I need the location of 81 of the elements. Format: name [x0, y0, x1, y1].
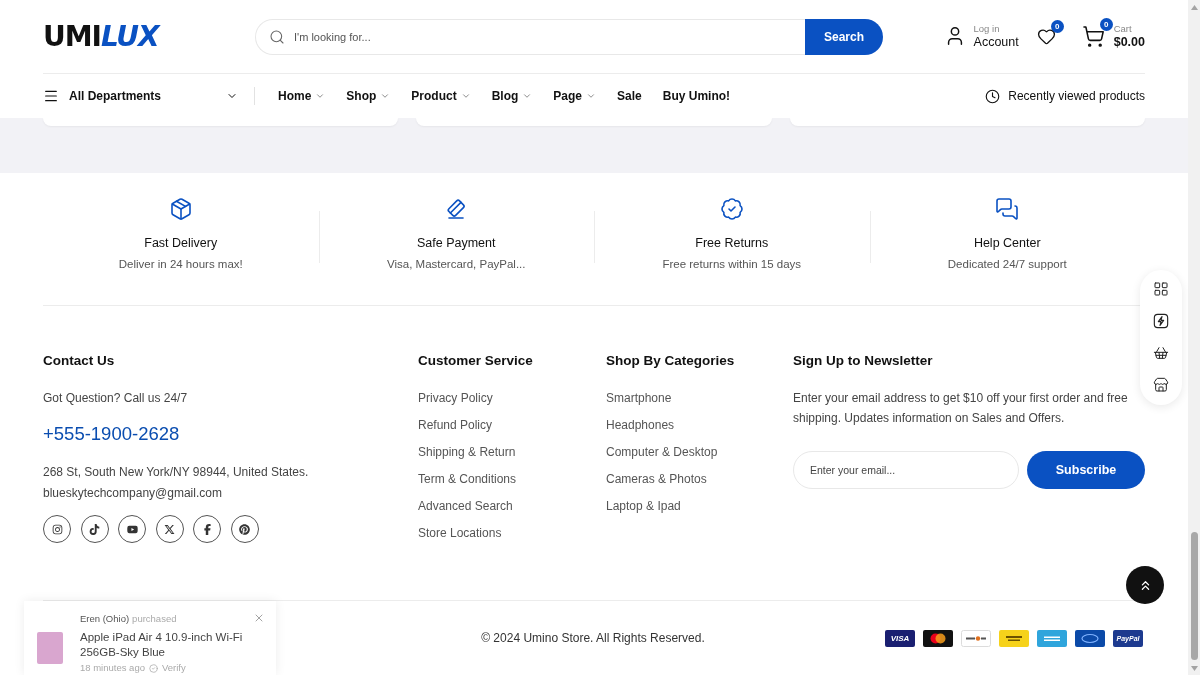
back-to-top-button[interactable] [1126, 566, 1164, 604]
cart-link[interactable]: 0 Cart $0.00 [1081, 16, 1145, 50]
payment-logo: VISA [885, 629, 915, 647]
search-button[interactable]: Search [805, 18, 883, 55]
box-icon [168, 197, 193, 221]
time-ago: 18 minutes ago [80, 662, 145, 674]
newsletter-text: Enter your email address to get $10 off your first order and free shipping. Updates information on Sales and Offers. [793, 390, 1129, 427]
payment-card-icon [1037, 629, 1067, 647]
footer-link[interactable]: Cameras & Photos [606, 471, 718, 487]
youtube-icon [126, 523, 138, 535]
scrollbar-thumb[interactable] [1190, 532, 1198, 660]
footer-link[interactable]: Shipping & Return [418, 444, 517, 460]
column-heading: Customer Service [418, 353, 533, 369]
menu-icon [43, 88, 59, 104]
search-icon [269, 28, 285, 45]
feature-title: Fast Delivery [144, 236, 218, 251]
verified-icon [148, 663, 158, 673]
feature-text: Deliver in 24 hours max! [118, 257, 243, 271]
footer-link[interactable]: Term & Conditions [418, 471, 517, 487]
heart-icon [1036, 27, 1056, 46]
feature-text: Dedicated 24/7 support [947, 257, 1067, 271]
cart-icon [1081, 25, 1105, 48]
email-field[interactable]: Enter your email... [793, 451, 1019, 489]
facebook-icon [201, 523, 213, 535]
grid-icon[interactable] [1153, 281, 1169, 297]
tiktok-icon [89, 523, 100, 535]
instagram-icon [51, 523, 63, 535]
payment-card-icon [1075, 629, 1105, 647]
footer-link[interactable]: Refund Policy [418, 417, 517, 433]
feature-text: Visa, Mastercard, PayPal... [387, 257, 526, 271]
account-link[interactable]: Log in Account [943, 23, 1019, 50]
x-icon [164, 523, 175, 535]
footer-link[interactable]: Advanced Search [418, 498, 517, 514]
count-badge: 0 [1050, 20, 1064, 33]
footer-link[interactable]: Smartphone [606, 390, 718, 406]
nav-link[interactable]: Home [278, 89, 326, 103]
mastercard-icon [923, 629, 953, 647]
store-icon[interactable] [1153, 377, 1169, 393]
logo[interactable]: UMILUX [43, 19, 159, 53]
pinterest-icon [239, 523, 250, 535]
verify-label: Verify [161, 662, 186, 674]
footer-link[interactable]: Headphones [606, 417, 718, 433]
badge-check-icon [719, 197, 744, 221]
search-field[interactable]: I'm looking for... [255, 18, 805, 55]
copyright-text: © 2024 Umino Store. All Rights Reserved. [481, 631, 705, 645]
recently-viewed-link[interactable]: Recently viewed products [985, 88, 1145, 104]
payment-card-icon [961, 629, 991, 647]
feature-title: Free Returns [695, 236, 769, 251]
nav-link[interactable]: Blog [491, 89, 533, 103]
feature-text: Free returns within 15 days [662, 257, 802, 271]
product-photo [37, 632, 63, 664]
chat-icon [995, 197, 1020, 221]
column-heading: Sign Up to Newsletter [793, 353, 933, 369]
clock-icon [985, 88, 1001, 104]
footer-link[interactable]: Privacy Policy [418, 390, 517, 406]
count-badge: 0 [1099, 18, 1113, 31]
purchase-status: purchased [132, 613, 177, 625]
nav-link[interactable]: Buy Umino! [662, 89, 731, 103]
nav-link[interactable]: Sale [617, 89, 642, 103]
basket-icon[interactable] [1153, 345, 1169, 361]
departments-menu[interactable]: All Departments [43, 88, 238, 104]
subscribe-button[interactable]: Subscribe [1027, 451, 1145, 489]
nav-link[interactable]: Shop [346, 89, 391, 103]
contact-text: Got Question? Call us 24/7 [43, 390, 188, 406]
nav-link[interactable]: Page [553, 89, 597, 103]
footer-link[interactable]: Store Locations [418, 525, 517, 541]
footer-link[interactable]: Computer & Desktop [606, 444, 718, 460]
buyer-name: Eren (Ohio) [80, 613, 130, 625]
product-name[interactable]: Apple iPad Air 4 10.9-inch Wi-Fi 256GB-Sky Blue [80, 630, 258, 660]
wishlist-button[interactable]: 0 [1036, 20, 1064, 46]
column-heading: Contact Us [43, 353, 115, 369]
phone-link[interactable]: +555-1900-2628 [43, 422, 180, 446]
feature-title: Safe Payment [417, 236, 496, 251]
feature-title: Help Center [973, 236, 1041, 251]
email-text: blueskytechcompany@gmail.com [43, 485, 222, 501]
footer-link[interactable]: Laptop & Ipad [606, 498, 718, 514]
address-text: 268 St, South New York/NY 98944, United States. [43, 464, 309, 480]
lightning-icon[interactable] [1153, 313, 1169, 329]
nav-link[interactable]: Product [411, 89, 471, 103]
column-heading: Shop By Categories [606, 353, 735, 369]
payment-card-icon [999, 629, 1029, 647]
